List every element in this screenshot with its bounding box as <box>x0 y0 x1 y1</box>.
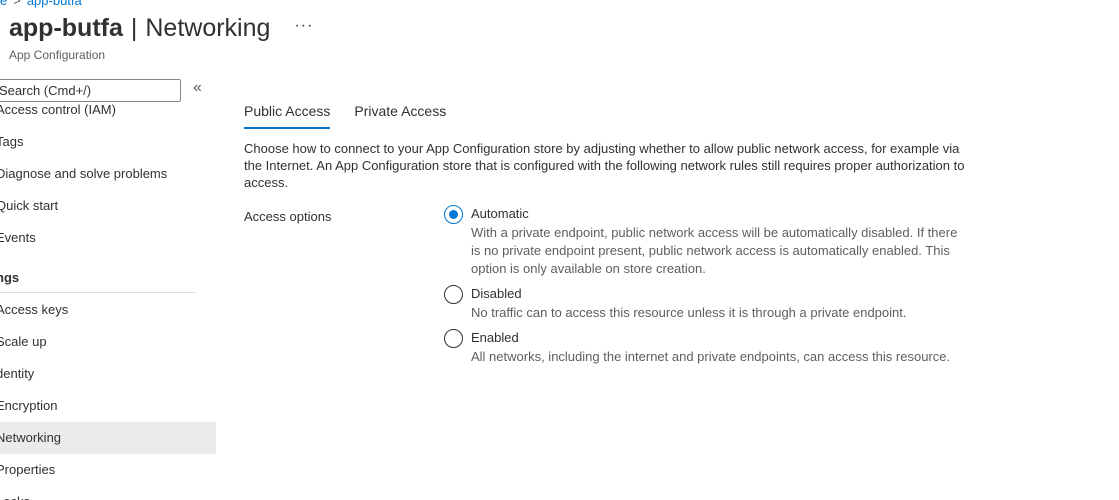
option-enabled-description: All networks, including the internet and… <box>471 349 951 364</box>
radio-disabled[interactable] <box>444 285 463 304</box>
sidebar-group-settings: ngs <box>0 270 20 285</box>
resource-type-subtitle: App Configuration <box>9 48 106 62</box>
breadcrumb-separator: > <box>13 0 21 8</box>
sidebar-divider <box>0 292 196 293</box>
tab-public-access[interactable]: Public Access <box>244 99 331 129</box>
collapse-sidebar-icon[interactable]: « <box>193 79 202 97</box>
option-enabled-label[interactable]: Enabled <box>471 330 519 345</box>
access-options-label: Access options <box>244 209 332 224</box>
page-title: app-butfa | Networking ··· <box>9 14 313 43</box>
title-separator: | <box>130 14 138 42</box>
breadcrumb: e > app-butfa <box>0 0 82 8</box>
sidebar-item-encryption[interactable]: Encryption <box>0 390 216 422</box>
more-options-button[interactable]: ··· <box>294 17 313 35</box>
sidebar-search-input[interactable] <box>0 80 180 101</box>
option-automatic-label[interactable]: Automatic <box>471 206 529 221</box>
radio-automatic[interactable] <box>444 205 463 224</box>
option-disabled-description: No traffic can to access this resource u… <box>471 305 907 320</box>
sidebar-item-identity[interactable]: dentity <box>0 358 216 390</box>
option-disabled-label[interactable]: Disabled <box>471 286 522 301</box>
sidebar-item-diagnose[interactable]: Diagnose and solve problems <box>0 158 216 190</box>
sidebar-item-locks[interactable]: Locks <box>0 486 216 500</box>
breadcrumb-parent-link[interactable]: e <box>0 0 7 8</box>
sidebar-search-box[interactable] <box>0 79 181 102</box>
sidebar-item-events[interactable]: Events <box>0 222 216 254</box>
sidebar-item-quick-start[interactable]: Quick start <box>0 190 216 222</box>
section-name: Networking <box>145 14 271 42</box>
access-tabs: Public Access Private Access <box>244 99 470 129</box>
sidebar-item-networking[interactable]: Networking <box>0 422 216 454</box>
sidebar-item-properties[interactable]: Properties <box>0 454 216 486</box>
sidebar-item-access-control[interactable]: Access control (IAM) <box>0 102 216 126</box>
sidebar-item-scale-up[interactable]: Scale up <box>0 326 216 358</box>
radio-enabled[interactable] <box>444 329 463 348</box>
public-access-description: Choose how to connect to your App Config… <box>244 141 965 190</box>
option-automatic-description: With a private endpoint, public network … <box>471 225 958 276</box>
resource-name: app-butfa <box>9 14 123 42</box>
sidebar-item-tags[interactable]: Tags <box>0 126 216 158</box>
sidebar-nav: Access control (IAM) Tags Diagnose and s… <box>0 102 216 500</box>
tab-private-access[interactable]: Private Access <box>354 99 446 129</box>
breadcrumb-current-link[interactable]: app-butfa <box>27 0 82 8</box>
sidebar-item-access-keys[interactable]: Access keys <box>0 294 216 326</box>
